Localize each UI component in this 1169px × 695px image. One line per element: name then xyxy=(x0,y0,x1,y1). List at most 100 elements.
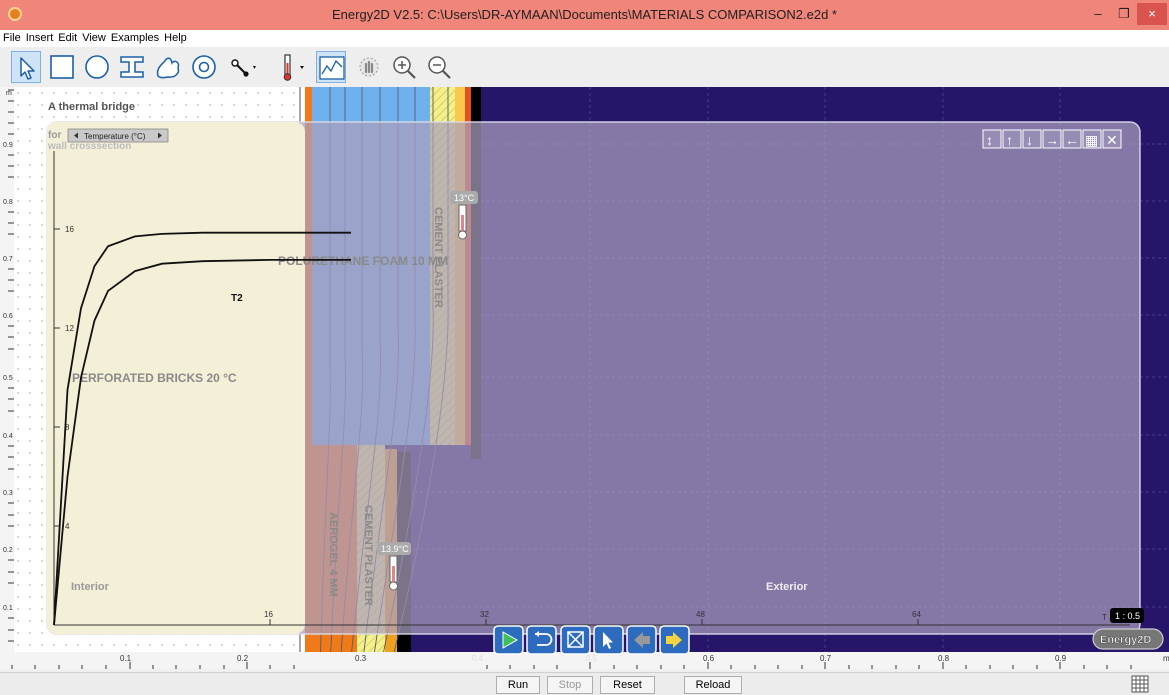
y-tick: 0.4 xyxy=(3,433,13,440)
zoom-in-icon xyxy=(393,56,416,79)
interior-label: Interior xyxy=(71,581,110,593)
energy2d-window: Energy2D V2.5: C:\Users\DR-AYMAAN\Docume… xyxy=(0,0,1169,695)
step-back-button[interactable] xyxy=(626,625,657,655)
model-title: A thermal bridge xyxy=(48,101,135,113)
menu-edit[interactable]: Edit xyxy=(55,30,79,44)
menu-view[interactable]: View xyxy=(79,30,108,44)
x-tick: 0.2 xyxy=(237,654,249,663)
select-mode-button[interactable] xyxy=(593,625,624,655)
grid-toggle-icon[interactable] xyxy=(1130,674,1150,694)
dropdown-label: Temperature (°C) xyxy=(84,132,146,141)
reload-button[interactable]: Reload xyxy=(684,676,742,694)
y-tick: 0.9 xyxy=(3,142,13,149)
fit-vertical-icon: ↕ xyxy=(986,132,993,148)
stop-button[interactable]: Stop xyxy=(547,676,593,694)
annulus-tool-button[interactable] xyxy=(189,51,219,83)
select-icon xyxy=(20,57,35,80)
scale-value: 1 : 0.5 xyxy=(1115,611,1140,621)
graph-icon xyxy=(319,56,345,80)
series-label-t2: T2 xyxy=(231,293,243,304)
graph-x-tick: 48 xyxy=(696,610,705,619)
graph-x-tick: 16 xyxy=(264,610,273,619)
x-tick: 0.4 xyxy=(472,654,484,663)
simulation-canvas[interactable]: m 0.9 0.8 0.7 0.6 0.5 0.4 0.3 0.2 0.1 0.… xyxy=(0,87,1169,669)
arrow-right-icon: → xyxy=(1045,132,1059,148)
thermometer-tool-button[interactable] xyxy=(275,51,305,83)
arrow-left-icon: ← xyxy=(1065,132,1079,148)
heat-source-tool-button[interactable] xyxy=(227,51,257,83)
left-ruler: m 0.9 0.8 0.7 0.6 0.5 0.4 0.3 0.2 0.1 xyxy=(0,87,14,669)
menu-file[interactable]: File xyxy=(0,30,23,44)
thermometer-top-value: 13°C xyxy=(454,193,475,203)
restore-button[interactable]: ❐ xyxy=(1111,3,1137,25)
bricks-label: PERFORATED BRICKS 20 °C xyxy=(72,371,237,385)
ellipse-tool-button[interactable] xyxy=(82,51,112,83)
y-tick: 0.2 xyxy=(3,547,13,554)
arrow-down-icon: ↓ xyxy=(1026,132,1033,148)
graph-y-tick: 16 xyxy=(65,225,74,234)
heat-pen-tool-button[interactable] xyxy=(354,51,384,83)
zoom-out-icon xyxy=(428,56,451,79)
graph-y-tick: 12 xyxy=(65,324,74,333)
exterior-label: Exterior xyxy=(766,581,808,593)
note-prefix: for xyxy=(48,130,61,141)
close-button[interactable]: × xyxy=(1137,3,1167,25)
temperature-dropdown[interactable]: Temperature (°C) xyxy=(67,128,169,143)
x-tick: 0.7 xyxy=(820,654,832,663)
heat-source-icon xyxy=(231,59,256,77)
aerogel-label: AEROGEL 4 MM xyxy=(327,512,339,597)
zoom-out-button[interactable] xyxy=(424,51,454,83)
y-tick: 0.8 xyxy=(3,199,13,206)
menu-examples[interactable]: Examples xyxy=(108,30,161,44)
y-tick: 0.7 xyxy=(3,256,13,263)
y-tick: 0.5 xyxy=(3,375,13,382)
svg-text:Energy2D: Energy2D xyxy=(1100,634,1151,646)
cement-bottom-label: CEMENT PLASTER xyxy=(362,505,374,606)
y-tick: 0.6 xyxy=(3,313,13,320)
play-button[interactable] xyxy=(493,625,524,655)
title-bar: Energy2D V2.5: C:\Users\DR-AYMAAN\Docume… xyxy=(0,0,1169,30)
annulus-icon xyxy=(192,55,216,79)
window-title: Energy2D V2.5: C:\Users\DR-AYMAAN\Docume… xyxy=(332,7,837,22)
simulation-scene: m 0.9 0.8 0.7 0.6 0.5 0.4 0.3 0.2 0.1 0.… xyxy=(0,87,1169,669)
graph-controls: ↕ ↑ ↓ → ← ▦ ✕ xyxy=(982,129,1122,149)
reset-button[interactable]: Reset xyxy=(600,676,655,694)
menu-bar: File Insert Edit View Examples Help xyxy=(0,30,1169,47)
bottom-bar: Run Stop Reset Reload xyxy=(0,672,1169,695)
rectangle-icon xyxy=(50,55,74,79)
graph-x-tick: 32 xyxy=(480,610,489,619)
x-tick: 0.1 xyxy=(120,654,132,663)
minimize-button[interactable]: – xyxy=(1085,3,1111,25)
menu-insert[interactable]: Insert xyxy=(23,30,56,44)
x-tick: 0.9 xyxy=(1055,654,1067,663)
graph-tool-button[interactable] xyxy=(316,51,346,83)
grid-icon: ▦ xyxy=(1085,132,1098,148)
model-subtitle: wall crosssection xyxy=(47,141,131,152)
stop-button-graphic[interactable] xyxy=(560,625,591,655)
y-tick: 0.1 xyxy=(3,605,13,612)
toolbar xyxy=(0,47,1169,87)
graph-x-tick: 64 xyxy=(912,610,921,619)
run-button[interactable]: Run xyxy=(496,676,540,694)
polygon-tool-button[interactable] xyxy=(117,51,147,83)
menu-help[interactable]: Help xyxy=(161,30,189,44)
undo-button[interactable] xyxy=(526,625,557,655)
foam-label: POLURETHANE FOAM 10 MM xyxy=(278,254,448,268)
ruler-unit-bottom: m xyxy=(1163,654,1169,663)
step-forward-button[interactable] xyxy=(659,625,690,655)
graph-time-label: T xyxy=(1102,613,1107,622)
ellipse-icon xyxy=(85,55,109,79)
rectangle-tool-button[interactable] xyxy=(47,51,77,83)
polygon-icon xyxy=(120,56,144,78)
x-tick: 0.3 xyxy=(355,654,367,663)
close-icon: ✕ xyxy=(1106,132,1118,148)
scale-badge: 1 : 0.5 xyxy=(1110,608,1144,623)
cement-top-label: CEMENT PLASTER xyxy=(432,207,444,308)
thermometer-icon xyxy=(283,54,304,81)
select-tool-button[interactable] xyxy=(11,51,41,83)
arrow-up-icon: ↑ xyxy=(1006,132,1013,148)
blob-tool-button[interactable] xyxy=(153,51,183,83)
x-tick: 0.6 xyxy=(703,654,715,663)
zoom-in-button[interactable] xyxy=(389,51,419,83)
heat-pen-icon xyxy=(359,57,379,77)
